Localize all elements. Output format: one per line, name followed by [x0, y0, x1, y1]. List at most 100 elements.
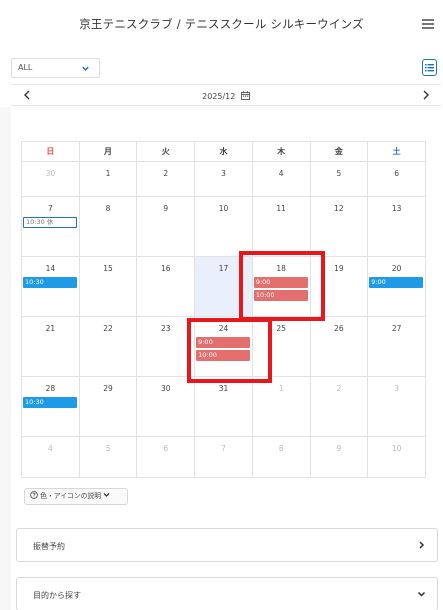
calendar-day-cell[interactable]: 7: [194, 436, 253, 478]
calendar-day-cell[interactable]: 21: [21, 316, 80, 377]
day-number: 16: [160, 264, 171, 273]
day-number: 26: [334, 324, 344, 333]
lesson-slot[interactable]: 10:30 休: [23, 217, 77, 228]
calendar-day-cell[interactable]: 23: [136, 316, 196, 377]
calendar-day-cell[interactable]: 14 10:30: [21, 256, 80, 317]
question-circle-icon: [30, 491, 38, 499]
calendar-day-cell[interactable]: 30: [21, 161, 80, 197]
lesson-slot[interactable]: 9:00: [253, 277, 308, 288]
calendar-day-cell[interactable]: 12: [309, 196, 369, 257]
calendar-day-cell[interactable]: 10: [367, 436, 426, 478]
calendar-day-cell[interactable]: 6: [367, 161, 426, 197]
calendar-day-cell[interactable]: 15: [78, 256, 138, 317]
calendar-day-cell[interactable]: 20 9:00: [367, 256, 426, 317]
day-number: 1: [105, 169, 111, 178]
day-number: 20: [391, 264, 402, 273]
calendar-day-cell[interactable]: 7 10:30 休: [21, 196, 80, 257]
weekday-header: 土: [367, 141, 426, 162]
calendar-day-cell[interactable]: 13: [367, 196, 426, 257]
hamburger-menu-icon[interactable]: [422, 19, 434, 29]
search-by-purpose-panel[interactable]: 目的から探す: [16, 577, 438, 610]
day-number: 19: [334, 264, 344, 273]
calendar-grid: 日月火水木金土 30 1 2 3 4 5 6 7 10:30 休 8 9 10 11 12 13 14 10:3…: [21, 141, 426, 478]
legend-button[interactable]: 色・アイコンの説明: [24, 488, 128, 505]
month-navigation: 2025/12: [11, 84, 441, 106]
calendar-week-row: 14 10:30 15 16 17 18 9:00 10:00 19 20 9:00: [21, 256, 426, 317]
calendar-day-cell[interactable]: 2: [309, 376, 369, 437]
calendar-day-cell[interactable]: 18 9:00 10:00: [251, 256, 311, 317]
day-number: 6: [394, 169, 399, 178]
day-number: 7: [47, 204, 53, 213]
transfer-reservation-panel[interactable]: 振替予約: [16, 528, 438, 562]
day-number: 28: [45, 384, 56, 393]
lesson-slot[interactable]: 9:00: [369, 277, 423, 288]
calendar-day-cell[interactable]: 3: [194, 161, 253, 197]
calendar-day-cell[interactable]: 26: [309, 316, 369, 377]
calendar-day-cell[interactable]: 31: [194, 376, 253, 437]
day-number: 21: [45, 324, 56, 333]
lesson-slot[interactable]: 10:00: [196, 350, 250, 361]
calendar-day-cell[interactable]: 4: [251, 161, 311, 197]
calendar-day-cell[interactable]: 17: [194, 256, 253, 317]
weekday-header: 月: [78, 141, 138, 162]
day-number: 30: [160, 384, 171, 393]
calendar-day-cell[interactable]: 3: [367, 376, 426, 437]
day-number: 10: [218, 204, 229, 213]
lesson-slot[interactable]: 9:00: [196, 337, 250, 348]
search-by-purpose-label: 目的から探す: [33, 591, 81, 600]
day-number: 23: [160, 324, 171, 333]
list-view-button[interactable]: [422, 59, 437, 76]
calendar-day-cell[interactable]: 5: [309, 161, 369, 197]
calendar-day-cell[interactable]: 1: [251, 376, 311, 437]
filter-selected-value: ALL: [18, 63, 33, 72]
calendar-day-cell[interactable]: 9: [136, 196, 196, 257]
calendar-day-cell[interactable]: 16: [136, 256, 196, 317]
calendar-day-cell[interactable]: 25: [251, 316, 311, 377]
day-number: 9: [336, 444, 342, 453]
calendar-day-cell[interactable]: 1: [78, 161, 138, 197]
lesson-slot[interactable]: 10:30: [23, 277, 77, 288]
calendar-day-cell[interactable]: 4: [21, 436, 80, 478]
calendar-day-cell[interactable]: 8: [78, 196, 138, 257]
weekday-header: 火: [136, 141, 196, 162]
day-number: 8: [278, 444, 284, 453]
calendar-day-cell[interactable]: 9: [309, 436, 369, 478]
calendar-day-cell[interactable]: 30: [136, 376, 196, 437]
weekday-header: 木: [251, 141, 311, 162]
day-number: 6: [163, 444, 169, 453]
calendar-icon: [240, 91, 250, 100]
chevron-down-icon: [82, 66, 89, 71]
day-number: 27: [391, 324, 402, 333]
day-number: 25: [276, 324, 286, 333]
lesson-slot[interactable]: 10:30: [23, 397, 77, 408]
transfer-reservation-label: 振替予約: [33, 542, 65, 551]
day-number: 10: [391, 444, 402, 453]
chevron-right-icon: [419, 541, 425, 549]
day-number: 22: [103, 324, 113, 333]
current-month[interactable]: 2025/12: [11, 91, 441, 101]
calendar-day-cell[interactable]: 5: [78, 436, 138, 478]
calendar-day-cell[interactable]: 22: [78, 316, 138, 377]
day-number: 4: [47, 444, 53, 453]
day-number: 18: [276, 264, 286, 273]
day-number: 12: [334, 204, 344, 213]
calendar-day-cell[interactable]: 28 10:30: [21, 376, 80, 437]
calendar-day-cell[interactable]: 6: [136, 436, 196, 478]
chevron-right-icon[interactable]: [418, 88, 434, 102]
day-number: 24: [218, 324, 229, 333]
lesson-slot[interactable]: 10:00: [253, 290, 308, 301]
calendar-day-cell[interactable]: 29: [78, 376, 138, 437]
calendar-day-cell[interactable]: 19: [309, 256, 369, 317]
calendar-day-cell[interactable]: 11: [251, 196, 311, 257]
calendar-week-row: 4 5 6 7 8 9 10: [21, 436, 426, 478]
category-filter-select[interactable]: ALL: [11, 58, 100, 78]
calendar-day-cell[interactable]: 27: [367, 316, 426, 377]
calendar-day-cell[interactable]: 24 9:00 10:00: [194, 316, 253, 377]
month-label-text: 2025/12: [202, 92, 236, 101]
calendar-day-cell[interactable]: 10: [194, 196, 253, 257]
calendar-day-cell[interactable]: 2: [136, 161, 196, 197]
day-number: 3: [394, 384, 399, 393]
day-number: 2: [163, 169, 169, 178]
day-number: 30: [45, 169, 56, 178]
calendar-day-cell[interactable]: 8: [251, 436, 311, 478]
